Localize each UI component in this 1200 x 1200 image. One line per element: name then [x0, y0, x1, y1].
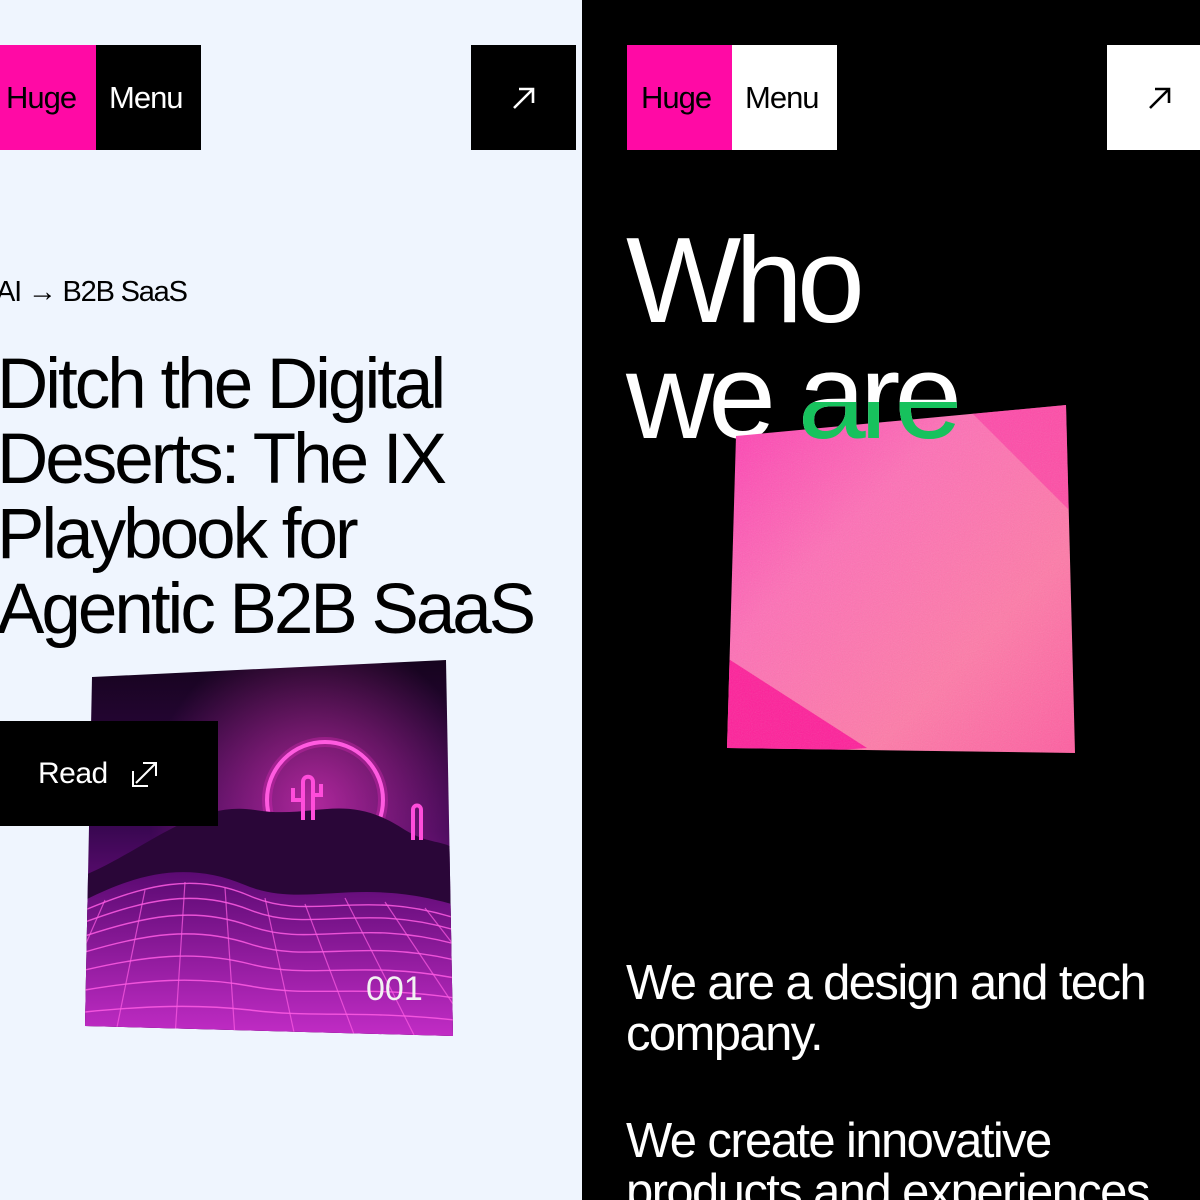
intro-paragraph: We create innovative products and experi… — [626, 1114, 1150, 1200]
logo-button[interactable]: Huge — [0, 45, 96, 150]
left-header-nav: Huge Menu — [0, 45, 201, 150]
left-panel-article: Huge Menu AI → B2B SaaS Ditch the Digita… — [0, 0, 582, 1200]
header-arrow-button[interactable] — [1107, 45, 1200, 150]
logo-label: Huge — [641, 79, 712, 115]
menu-label: Menu — [745, 79, 820, 115]
headline-line: Ditch the Digital — [0, 345, 446, 424]
logo-label: Huge — [6, 79, 77, 115]
logo-button[interactable]: Huge — [627, 45, 732, 150]
intro-paragraph: We are a design and tech company. — [626, 956, 1147, 1061]
title-line: Who — [626, 212, 865, 348]
intro-text: We are a design and tech company. We cre… — [626, 958, 1200, 1200]
external-link-icon — [130, 759, 160, 789]
arrow-up-right-icon — [1148, 87, 1170, 109]
headline-line: Deserts: The IX — [0, 420, 447, 499]
headline-line: Agentic B2B SaaS — [0, 570, 536, 649]
menu-button[interactable]: Menu — [96, 45, 201, 150]
menu-button[interactable]: Menu — [732, 45, 837, 150]
article-headline: Ditch the Digital Deserts: The IX Playbo… — [0, 347, 582, 647]
read-button-label: Read — [38, 756, 108, 790]
card-number: 001 — [366, 970, 423, 1008]
menu-label: Menu — [109, 79, 184, 115]
arrow-up-right-icon — [512, 87, 534, 109]
split-screen: Huge Menu AI → B2B SaaS Ditch the Digita… — [0, 0, 1200, 1200]
read-button[interactable]: Read — [0, 721, 218, 826]
category-eyebrow: AI → B2B SaaS — [0, 276, 188, 308]
header-arrow-button[interactable] — [471, 45, 576, 150]
headline-line: Playbook for — [0, 495, 359, 574]
right-header-nav: Huge Menu — [627, 45, 837, 150]
